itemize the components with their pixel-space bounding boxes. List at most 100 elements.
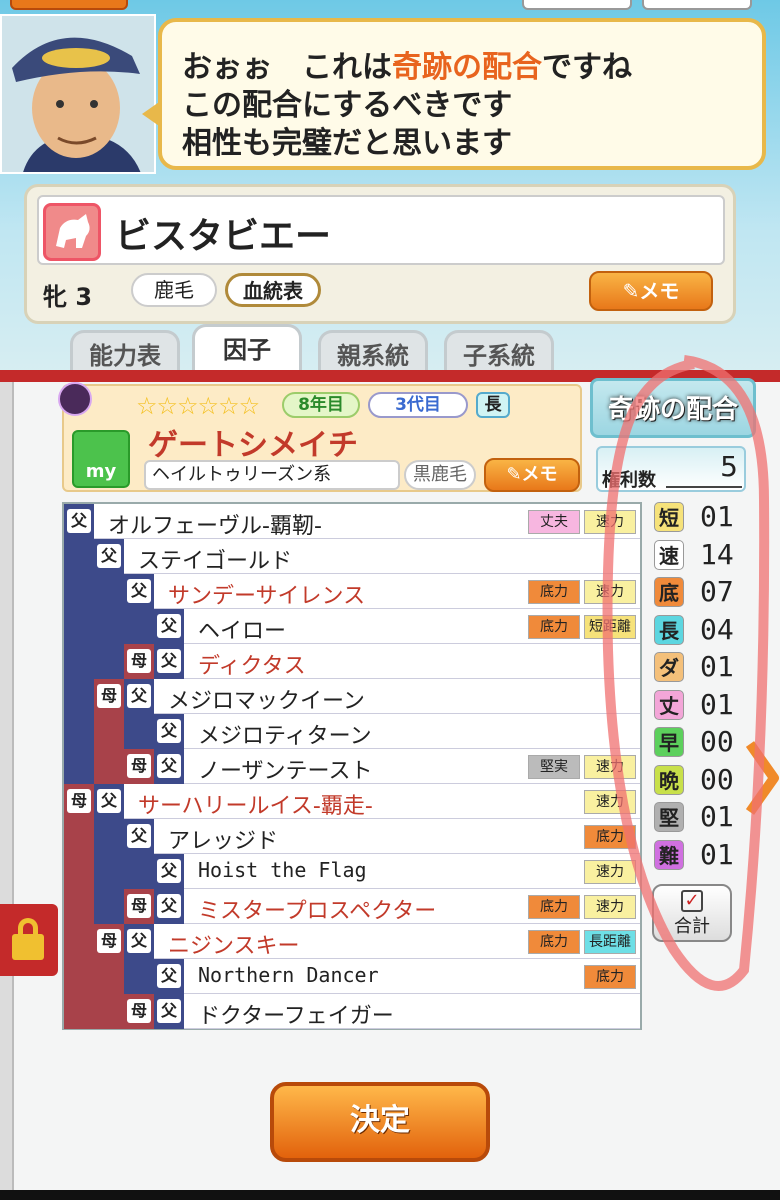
pedigree-row[interactable]: 父アレッジド 底力 — [64, 819, 640, 854]
sire-block: 父 — [124, 819, 154, 854]
sire-block — [64, 539, 94, 574]
dam-block — [64, 959, 94, 994]
pedigree-row[interactable]: 母父メジロマックイーン — [64, 679, 640, 714]
pedigree-row[interactable]: 父サンデーサイレンス 速力 底力 — [64, 574, 640, 609]
stallion-memo-button[interactable]: ✎メモ — [484, 458, 580, 492]
top-mid-button[interactable] — [522, 0, 632, 10]
stat-icon: 短 — [654, 502, 684, 532]
sire-block: 父 — [64, 504, 94, 539]
mare-sex-age: 牝 3 — [43, 283, 93, 311]
horse-name: ディクタス — [198, 654, 306, 679]
factor-tag: 底力 — [528, 615, 580, 639]
stallion-name: ゲートシメイチ — [148, 428, 358, 463]
memo-icon: ✎ — [506, 464, 522, 485]
stat-row: 丈 01 — [652, 688, 752, 722]
lock-button[interactable] — [0, 904, 58, 976]
father-label: 父 — [157, 754, 181, 778]
horse-name: オルフェーヴル-覇靭- — [108, 514, 322, 539]
sire-block: 父 — [154, 854, 184, 889]
total-label: 合計 — [674, 916, 710, 937]
sire-block: 父 — [154, 994, 184, 1029]
sire-block — [94, 644, 124, 679]
stat-row: 晩 00 — [652, 763, 752, 797]
sire-block — [124, 854, 154, 889]
factor-tag: 丈夫 — [528, 510, 580, 534]
pedigree-row[interactable]: 母父ディクタス — [64, 644, 640, 679]
horse-name: ノーザンテースト — [198, 759, 373, 784]
stat-row: 早 00 — [652, 725, 752, 759]
stat-value: 01 — [700, 837, 734, 871]
next-arrow-icon[interactable] — [744, 738, 780, 818]
stat-row: 堅 01 — [652, 800, 752, 834]
stat-value: 01 — [700, 800, 734, 833]
father-label: 父 — [157, 719, 181, 743]
pedigree-row[interactable]: 母父ミスタープロスペクター 速力 底力 — [64, 889, 640, 924]
factor-tag: 底力 — [528, 895, 580, 919]
sire-block: 父 — [154, 749, 184, 784]
dam-block: 母 — [94, 679, 124, 714]
stat-row: 底 07 — [652, 575, 752, 609]
breeding-rights: 権利数 5 — [596, 446, 746, 492]
factor-tag: 速力 — [584, 755, 636, 779]
advisor-portrait — [0, 14, 156, 174]
sire-block — [64, 749, 94, 784]
dam-block: 母 — [124, 644, 154, 679]
pedigree-row[interactable]: 母父ニジンスキー 長距離 底力 — [64, 924, 640, 959]
my-horse-icon: my — [72, 430, 130, 488]
stallion-lineage: ヘイルトゥリーズン系 — [144, 460, 400, 490]
bubble-tail — [142, 100, 162, 128]
mare-memo-button[interactable]: ✎メモ — [589, 271, 713, 311]
sire-block: 父 — [124, 924, 154, 959]
sire-block: 父 — [154, 959, 184, 994]
decide-button[interactable]: 決定 — [270, 1082, 490, 1162]
horse-name: メジロティターン — [198, 724, 372, 749]
pedigree-row[interactable]: 父メジロティターン — [64, 714, 640, 749]
stallion-card: ☆☆☆☆☆☆ 8年目 3代目 長 ゲートシメイチ my ヘイルトゥリーズン系 黒… — [58, 382, 582, 492]
mare-name: ビスタビエー — [115, 216, 332, 257]
sire-block — [124, 714, 154, 749]
check-icon: ✓ — [681, 890, 703, 912]
factor-tag: 速力 — [584, 895, 636, 919]
pedigree-row[interactable]: 父 Hoist the Flag 速力 — [64, 854, 640, 889]
sire-block — [94, 819, 124, 854]
pedigree-row[interactable]: 母父ドクターフェイガー — [64, 994, 640, 1029]
dam-block — [64, 854, 94, 889]
sire-block — [124, 609, 154, 644]
pedigree-row[interactable]: 父オルフェーヴル-覇靭- 速力 丈夫 — [64, 504, 640, 539]
total-button[interactable]: ✓ 合計 — [652, 884, 732, 942]
pedigree-row[interactable]: 母父サーハリールイス-覇走- 速力 — [64, 784, 640, 819]
pedigree-table-button[interactable]: 血統表 — [225, 273, 321, 307]
pedigree-row[interactable]: 父ヘイロー 短距離 底力 — [64, 609, 640, 644]
pedigree-row[interactable]: 母父ノーザンテースト 速力 堅実 — [64, 749, 640, 784]
stat-icon: 丈 — [654, 689, 684, 720]
pedigree-table: 父オルフェーヴル-覇靭- 速力 丈夫父ステイゴールド父サンデーサイレンス 速力 底力父ヘ… — [62, 502, 642, 1030]
sire-block — [94, 609, 124, 644]
horse-name: ステイゴールド — [138, 549, 293, 574]
stat-value: 00 — [700, 762, 734, 796]
top-right-button[interactable] — [642, 0, 752, 10]
stat-icon: 底 — [654, 577, 684, 607]
sire-block — [64, 574, 94, 609]
dam-block — [94, 714, 124, 749]
stat-value: 01 — [700, 500, 734, 533]
rights-label: 権利数 — [602, 470, 656, 491]
factor-tag: 速力 — [584, 790, 636, 814]
dam-block — [64, 889, 94, 924]
stat-row: ダ 01 — [652, 650, 752, 684]
top-left-button[interactable] — [10, 0, 128, 10]
factor-tag: 短距離 — [584, 615, 636, 639]
stat-icon: 早 — [654, 727, 684, 757]
mare-card: ビスタビエー 牝 3 鹿毛 血統表 ✎メモ — [24, 184, 736, 324]
mother-label: 母 — [67, 789, 91, 813]
father-label: 父 — [127, 579, 151, 603]
dam-block: 母 — [124, 994, 154, 1029]
pedigree-row[interactable]: 父 Northern Dancer 底力 — [64, 959, 640, 994]
pedigree-row[interactable]: 父ステイゴールド — [64, 539, 640, 574]
horse-name: サーハリールイス-覇走- — [138, 794, 373, 819]
horse-name: Hoist the Flag — [198, 858, 367, 882]
horse-name: ミスタープロスペクター — [198, 899, 437, 924]
dam-block — [64, 819, 94, 854]
sire-block: 父 — [94, 784, 124, 819]
sire-block: 父 — [94, 539, 124, 574]
sire-block — [64, 679, 94, 714]
